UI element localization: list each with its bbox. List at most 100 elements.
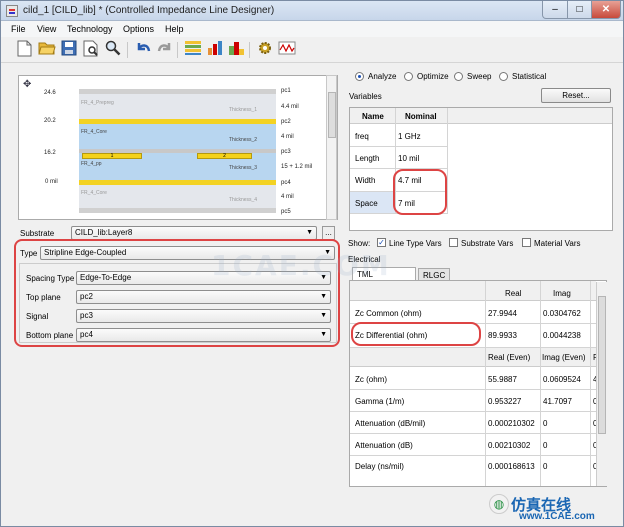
- signal-select[interactable]: pc3 ▼: [76, 309, 331, 323]
- level-label: 16.2: [44, 150, 56, 156]
- layer-label: pc5: [281, 209, 291, 215]
- col-nominal-header: Nominal: [405, 112, 437, 121]
- electrical-scrollbar[interactable]: [596, 282, 607, 486]
- col-name-header: Name: [362, 112, 384, 121]
- bottom-plane-select[interactable]: pc4 ▼: [76, 328, 331, 342]
- type-label: Type: [20, 249, 38, 258]
- layer-label: pc3: [281, 149, 291, 155]
- substrate-vars-label: Substrate Vars: [461, 239, 514, 248]
- move-icon[interactable]: ✥: [23, 79, 31, 90]
- layer-label: pc1: [281, 88, 291, 94]
- radio-sweep[interactable]: [454, 72, 463, 81]
- radio-optimize[interactable]: [404, 72, 413, 81]
- layers-icon[interactable]: [205, 40, 224, 59]
- table-cell: 0.0044238: [543, 331, 581, 340]
- table-row-label: Gamma (1/m): [355, 397, 405, 406]
- radio-analyze[interactable]: [355, 72, 364, 81]
- stackup-scrollbar[interactable]: [326, 75, 337, 220]
- table-cell: 27.9944: [488, 309, 517, 318]
- menu-options[interactable]: Options: [123, 24, 154, 34]
- table-row-label: Zc (ohm): [355, 375, 387, 384]
- signal-trace-2[interactable]: 2: [197, 153, 252, 159]
- highlight-width-space: [393, 169, 447, 215]
- stackup-diagram[interactable]: ✥ 24.6 20.2 16.2 0 mil FR_4_Prepreg Thic…: [18, 75, 338, 220]
- zoom-icon[interactable]: [103, 40, 122, 59]
- layer-label: pc4: [281, 180, 291, 186]
- variables-table: Name Nominal freq 1 GHz Length 10 mil Wi…: [349, 107, 613, 231]
- electrical-table: Real Imag Zc Common (ohm) 27.9944 0.0304…: [349, 280, 607, 487]
- settings-icon[interactable]: [255, 40, 274, 59]
- menu-file[interactable]: File: [11, 24, 26, 34]
- chart-icon[interactable]: [227, 40, 246, 59]
- reset-button[interactable]: Reset...: [541, 88, 611, 103]
- layer-label: pc2: [281, 119, 291, 125]
- table-row-name: freq: [355, 132, 369, 141]
- mode-sweep-label: Sweep: [467, 72, 492, 81]
- checkbox-substrate-vars[interactable]: [449, 238, 458, 247]
- table-cell: 0: [543, 462, 548, 471]
- plane-pc5: [79, 208, 276, 213]
- app-icon: [6, 5, 18, 17]
- level-label: 0 mil: [45, 179, 58, 185]
- table-cell: 0.000210302: [488, 419, 535, 428]
- table-row-name: Width: [355, 176, 376, 185]
- col-real-even-header: Real (Even): [488, 353, 531, 362]
- redo-icon[interactable]: [155, 40, 174, 59]
- substrate-label: Substrate: [20, 229, 55, 238]
- menu-view[interactable]: View: [37, 24, 56, 34]
- stack-icon[interactable]: [183, 40, 202, 59]
- layer-label: 4 mil: [281, 194, 294, 200]
- mode-statistical-label: Statistical: [512, 72, 547, 81]
- open-icon[interactable]: [37, 40, 56, 59]
- material-vars-label: Material Vars: [534, 239, 581, 248]
- level-label: 24.6: [44, 90, 56, 96]
- dielectric-layer: FR_4_Core Thickness_4: [79, 185, 276, 208]
- table-cell: 55.9887: [488, 375, 517, 384]
- table-cell: 41.7097: [543, 397, 572, 406]
- menu-help[interactable]: Help: [165, 24, 184, 34]
- signal-trace-1[interactable]: 1: [82, 153, 142, 159]
- mode-analyze-label: Analyze: [368, 72, 397, 81]
- table-cell: 0.0304762: [543, 309, 581, 318]
- save-icon[interactable]: [59, 40, 78, 59]
- highlight-zc-differential: [351, 322, 481, 346]
- new-icon[interactable]: [15, 40, 34, 59]
- substrate-browse-button[interactable]: ...: [322, 226, 335, 240]
- toolbar: [1, 37, 623, 63]
- menu-bar: File View Technology Options Help: [1, 21, 623, 37]
- table-cell: 0.00210302: [488, 441, 531, 450]
- brand-logo: ◍ 仿真在线 www.1CAE.com: [489, 494, 619, 524]
- table-row-name: Length: [355, 154, 380, 163]
- table-cell: 0.953227: [488, 397, 522, 406]
- table-row-value[interactable]: 10 mil: [398, 154, 419, 163]
- undo-icon[interactable]: [133, 40, 152, 59]
- table-cell: 0.0609524: [543, 375, 581, 384]
- table-row-label: Zc Common (ohm): [355, 309, 422, 318]
- radio-statistical[interactable]: [499, 72, 508, 81]
- maximize-button[interactable]: □: [567, 1, 592, 19]
- checkbox-material-vars[interactable]: [522, 238, 531, 247]
- table-cell: 0: [543, 419, 548, 428]
- close-button[interactable]: ✕: [591, 1, 621, 19]
- col-real-header: Real: [505, 289, 522, 298]
- watermark: 1CAE.COM: [211, 249, 391, 282]
- layer-label: 4.4 mil: [281, 104, 299, 110]
- title-bar: cild_1 [CILD_lib] * (Controlled Impedanc…: [1, 1, 623, 21]
- top-plane-select[interactable]: pc2 ▼: [76, 290, 331, 304]
- app-window: cild_1 [CILD_lib] * (Controlled Impedanc…: [0, 0, 624, 527]
- show-label: Show:: [348, 239, 371, 248]
- checkbox-line-type-vars[interactable]: ✓: [377, 238, 386, 247]
- top-plane-label: Top plane: [26, 293, 61, 302]
- variables-label: Variables: [349, 92, 382, 101]
- dielectric-layer: FR_4_Prepreg Thickness_1: [79, 94, 276, 119]
- table-row-value[interactable]: 1 GHz: [398, 132, 421, 141]
- minimize-button[interactable]: –: [542, 1, 568, 19]
- menu-technology[interactable]: Technology: [67, 24, 113, 34]
- waveform-icon[interactable]: [277, 40, 296, 59]
- print-preview-icon[interactable]: [81, 40, 100, 59]
- layer-label: 15 + 1.2 mil: [281, 164, 313, 170]
- table-row-label: Delay (ns/mil): [355, 462, 404, 471]
- table-cell: 0: [543, 441, 548, 450]
- substrate-select[interactable]: CILD_lib:Layer8 ▼: [71, 226, 317, 240]
- col-imag-even-header: Imag (Even): [542, 353, 586, 362]
